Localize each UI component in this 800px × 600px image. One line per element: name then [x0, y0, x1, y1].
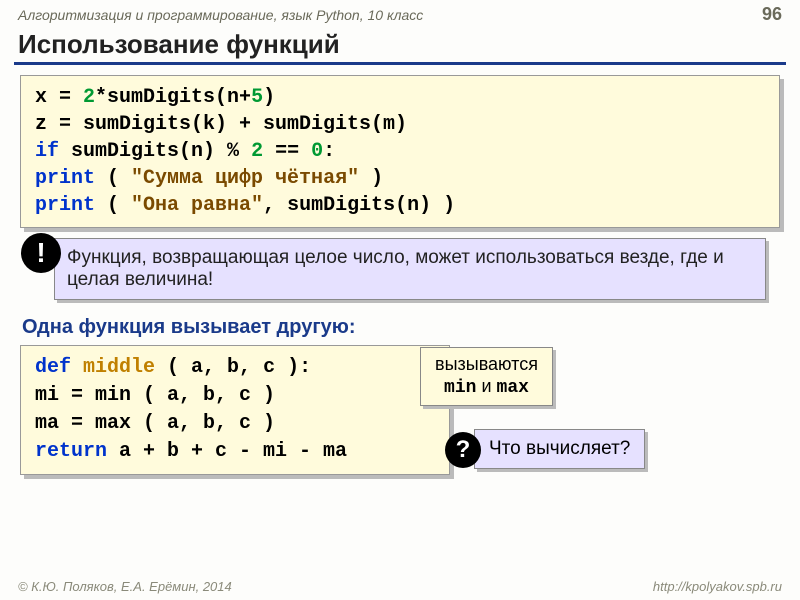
- code-line: mi = min ( a, b, c ): [35, 382, 435, 410]
- question-text: Что вычисляет?: [489, 438, 630, 459]
- subject: Алгоритмизация и программирование, язык …: [18, 7, 423, 23]
- footer: © К.Ю. Поляков, Е.А. Ерёмин, 2014 http:/…: [0, 579, 800, 594]
- page-number: 96: [762, 4, 782, 25]
- code-line: ma = max ( a, b, c ): [35, 410, 435, 438]
- code-line: print ( "Она равна", sumDigits(n) ): [35, 192, 765, 219]
- callout-box: вызываются min и max: [420, 347, 553, 406]
- lower-section: def middle ( a, b, c ): mi = min ( a, b,…: [20, 345, 780, 475]
- code-line: return a + b + c - mi - ma: [35, 438, 435, 466]
- code-line: x = 2*sumDigits(n+5): [35, 84, 765, 111]
- question-icon: ?: [445, 432, 481, 468]
- header: Алгоритмизация и программирование, язык …: [0, 0, 800, 27]
- note-box: ! Функция, возвращающая целое число, мож…: [54, 238, 766, 300]
- title-rule: [14, 62, 786, 65]
- code-line: z = sumDigits(k) + sumDigits(m): [35, 111, 765, 138]
- callout-line2: min и max: [435, 376, 538, 400]
- copyright: © К.Ю. Поляков, Е.А. Ерёмин, 2014: [18, 579, 232, 594]
- question-box: ? Что вычисляет?: [474, 429, 645, 469]
- slide: Алгоритмизация и программирование, язык …: [0, 0, 800, 600]
- code-line: print ( "Сумма цифр чётная" ): [35, 165, 765, 192]
- url: http://kpolyakov.spb.ru: [653, 579, 782, 594]
- exclamation-icon: !: [21, 233, 61, 273]
- subheader: Одна функция вызывает другую:: [0, 314, 800, 345]
- page-title: Использование функций: [0, 27, 800, 60]
- note-text: Функция, возвращающая целое число, может…: [67, 247, 724, 290]
- code-line: def middle ( a, b, c ):: [35, 354, 435, 382]
- code-line: if sumDigits(n) % 2 == 0:: [35, 138, 765, 165]
- callout-line1: вызываются: [435, 354, 538, 376]
- code-block-2: def middle ( a, b, c ): mi = min ( a, b,…: [20, 345, 450, 475]
- code-block-1: x = 2*sumDigits(n+5) z = sumDigits(k) + …: [20, 75, 780, 228]
